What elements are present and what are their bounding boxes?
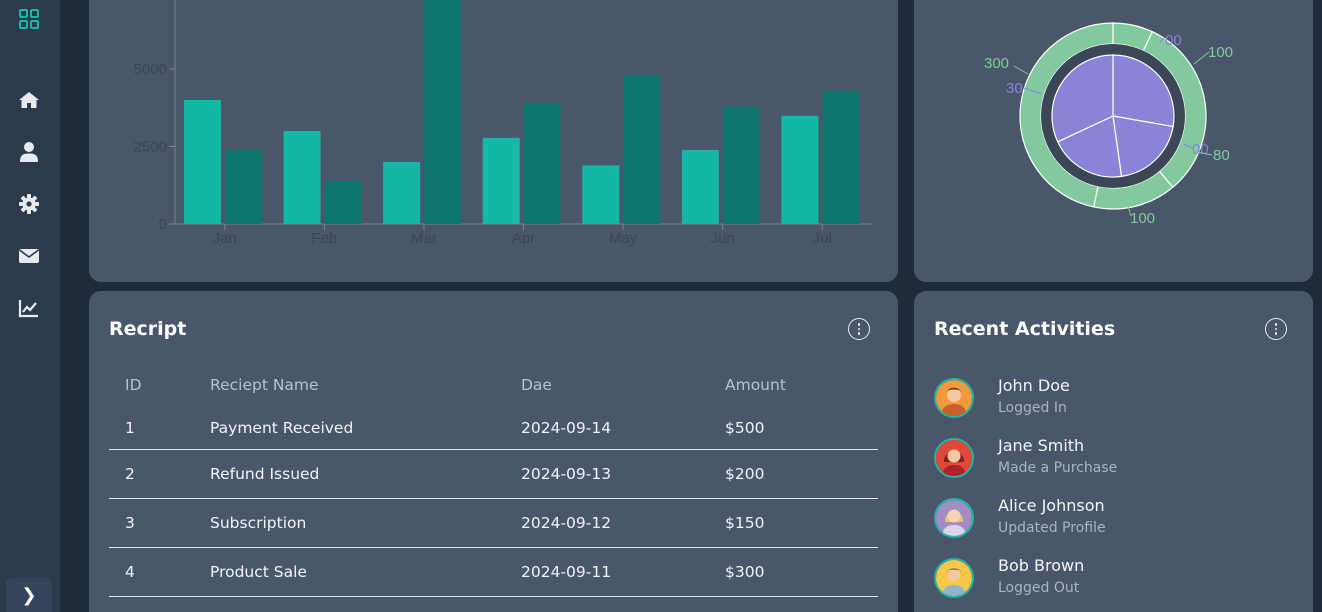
activity-action: Logged In <box>998 400 1067 416</box>
table-row[interactable]: 2 Refund Issued 2024-09-13 $200 <box>109 449 878 499</box>
activity-name: Bob Brown <box>998 556 1085 575</box>
pie-label: 30 <box>1006 80 1023 97</box>
pie-label-line <box>1013 65 1029 75</box>
pie-label: 300 <box>984 55 1009 72</box>
gear-icon[interactable] <box>16 191 42 217</box>
activity-name: Jane Smith <box>998 436 1085 455</box>
activities-card: Recent Activities John Doe Logged In Jan… <box>914 291 1313 612</box>
activities-more-button[interactable] <box>1265 318 1287 340</box>
x-tick-label: Jun <box>711 230 735 247</box>
column-header-amount[interactable]: Amount <box>709 363 878 407</box>
bar[interactable] <box>283 131 321 224</box>
cell-name: Payment Received <box>194 407 505 450</box>
x-tick-label: Mar <box>411 230 437 247</box>
x-tick-label: Jan <box>213 230 237 247</box>
activity-action: Logged Out <box>998 580 1080 596</box>
activity-item[interactable]: Bob Brown Logged Out <box>934 556 1294 604</box>
table-header-row: ID Reciept Name Dae Amount <box>109 363 878 407</box>
cell-id: 3 <box>109 498 194 548</box>
bar[interactable] <box>184 100 221 224</box>
avatar <box>934 378 974 418</box>
pie-label: 100 <box>1208 44 1233 61</box>
bar[interactable] <box>523 102 561 224</box>
cell-date: 2024-09-14 <box>505 407 709 450</box>
bar[interactable] <box>722 106 760 224</box>
receipt-card: Recript ID Reciept Name Dae Amount 1 Pay… <box>89 291 898 612</box>
bar[interactable] <box>225 149 262 224</box>
cell-amount: $500 <box>709 407 878 450</box>
envelope-icon[interactable] <box>16 243 42 269</box>
avatar <box>934 558 974 598</box>
cell-name: Refund Issued <box>194 449 505 499</box>
pie-label: 00 <box>1165 32 1182 49</box>
user-icon[interactable] <box>16 139 42 165</box>
cell-date: 2024-09-12 <box>505 498 709 548</box>
avatar <box>934 438 974 478</box>
activity-name: Alice Johnson <box>998 496 1105 515</box>
activity-action: Made a Purchase <box>998 460 1118 476</box>
pie-label: 80 <box>1213 147 1230 164</box>
activity-action: Updated Profile <box>998 520 1106 536</box>
cell-id: 1 <box>109 407 194 450</box>
activity-item[interactable]: Jane Smith Made a Purchase <box>934 436 1294 484</box>
pie-chart-card: 300 30 00 100 00 80 100 <box>914 0 1313 282</box>
y-tick-label: 2500 <box>134 139 167 156</box>
x-tick-label: Apr <box>512 230 535 247</box>
table-row[interactable]: 3 Subscription 2024-09-12 $150 <box>109 498 878 548</box>
y-tick-label: 0 <box>159 216 167 233</box>
receipt-title: Recript <box>109 318 187 340</box>
bar-chart-card: 0 2500 5000 Jan Feb Mar Apr May Jun Jul <box>89 0 898 282</box>
cell-name: Product Sale <box>194 547 505 597</box>
cell-date: 2024-09-11 <box>505 547 709 597</box>
pie-label: 00 <box>1192 141 1209 158</box>
bar[interactable] <box>681 149 719 224</box>
bar[interactable] <box>424 0 462 224</box>
y-tick-label: 5000 <box>134 61 167 78</box>
dashboard-icon[interactable] <box>16 6 42 32</box>
column-header-id[interactable]: ID <box>109 363 194 407</box>
bar[interactable] <box>623 75 661 224</box>
activities-title: Recent Activities <box>934 318 1116 340</box>
chart-line-icon[interactable] <box>16 295 42 321</box>
avatar <box>934 498 974 538</box>
pie-label: 100 <box>1130 210 1155 227</box>
column-header-name[interactable]: Reciept Name <box>194 363 505 407</box>
receipt-table: ID Reciept Name Dae Amount 1 Payment Rec… <box>109 363 878 597</box>
cell-id: 4 <box>109 547 194 597</box>
cell-amount: $300 <box>709 547 878 597</box>
bar-chart: 0 2500 5000 Jan Feb Mar Apr May Jun Jul <box>134 0 872 247</box>
table-row[interactable]: 1 Payment Received 2024-09-14 $500 <box>109 407 878 450</box>
cell-date: 2024-09-13 <box>505 449 709 499</box>
cell-name: Subscription <box>194 498 505 548</box>
bar[interactable] <box>324 180 362 224</box>
activity-name: John Doe <box>998 376 1070 395</box>
bar[interactable] <box>383 162 421 224</box>
table-row[interactable]: 4 Product Sale 2024-09-11 $300 <box>109 547 878 597</box>
activity-item[interactable]: Alice Johnson Updated Profile <box>934 496 1294 544</box>
cell-amount: $200 <box>709 449 878 499</box>
pie-label-line <box>1193 51 1210 65</box>
activity-item[interactable]: John Doe Logged In <box>934 376 1294 424</box>
bar[interactable] <box>582 165 620 224</box>
bar[interactable] <box>822 90 860 224</box>
cell-amount: $150 <box>709 498 878 548</box>
x-tick-label: May <box>609 230 638 247</box>
column-header-date[interactable]: Dae <box>505 363 709 407</box>
x-tick-label: Jul <box>813 230 832 247</box>
sidebar: ❯ <box>0 0 60 612</box>
x-tick-label: Feb <box>311 230 337 247</box>
receipt-more-button[interactable] <box>848 318 870 340</box>
cell-id: 2 <box>109 449 194 499</box>
pie-chart: 300300010000 80100 <box>984 22 1233 227</box>
sidebar-expand-button[interactable]: ❯ <box>6 578 52 612</box>
bar[interactable] <box>482 137 520 224</box>
bar[interactable] <box>781 115 819 224</box>
home-icon[interactable] <box>16 87 42 113</box>
